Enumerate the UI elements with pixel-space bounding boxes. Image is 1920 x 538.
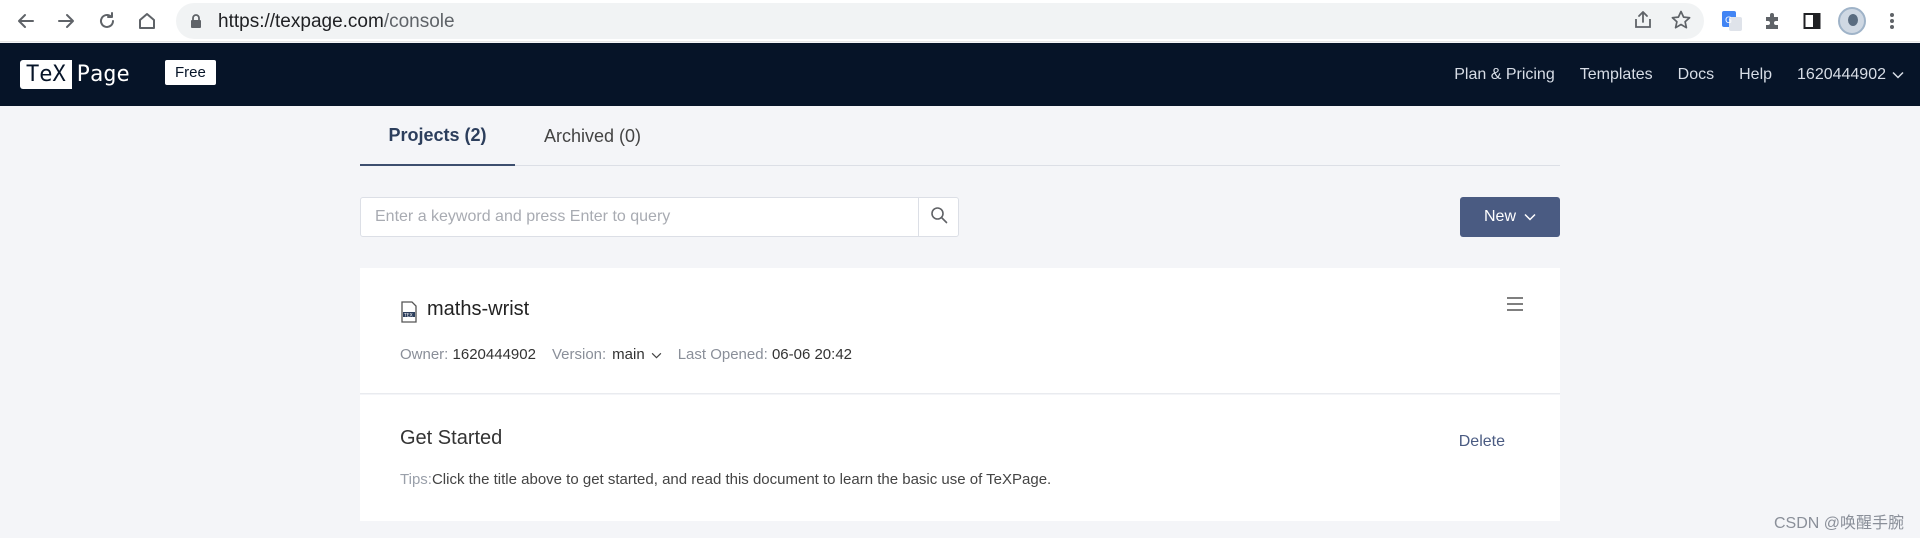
nav-docs[interactable]: Docs <box>1678 66 1714 84</box>
last-opened-label: Last Opened: <box>677 346 768 363</box>
project-tabs: Projects (2) Archived (0) <box>360 106 1560 166</box>
back-arrow-icon[interactable] <box>10 5 42 37</box>
logo-tex: TeX <box>20 60 72 89</box>
chevron-down-icon <box>651 346 662 363</box>
owner-value: 1620444902 <box>452 346 536 363</box>
extensions-icon[interactable] <box>1756 5 1788 37</box>
version-value: main <box>612 346 645 363</box>
reload-icon[interactable] <box>91 5 123 37</box>
version-label: Version: <box>551 346 607 363</box>
home-icon[interactable] <box>131 5 163 37</box>
lock-icon <box>190 13 202 34</box>
texpage-logo[interactable]: TeX Page <box>20 60 135 89</box>
delete-link[interactable]: Delete <box>1459 433 1505 451</box>
address-bar[interactable]: https://texpage.com/console <box>176 3 1704 39</box>
search-icon <box>930 206 948 229</box>
tab-archived[interactable]: Archived (0) <box>515 106 670 166</box>
project-title[interactable]: maths-wrist <box>427 298 529 321</box>
more-vert-icon[interactable] <box>1876 5 1908 37</box>
svg-text:TEX: TEX <box>403 312 413 318</box>
new-button[interactable]: New <box>1460 197 1560 237</box>
user-menu[interactable]: 1620444902 <box>1797 66 1904 84</box>
forward-arrow-icon[interactable] <box>50 5 82 37</box>
top-nav: Plan & Pricing Templates Docs Help 16204… <box>1454 43 1904 106</box>
nav-plan-pricing[interactable]: Plan & Pricing <box>1454 66 1555 84</box>
nav-templates[interactable]: Templates <box>1580 66 1653 84</box>
share-icon[interactable] <box>1632 9 1654 36</box>
plan-badge: Free <box>165 60 216 85</box>
tips-body: Click the title above to get started, an… <box>431 471 1052 488</box>
tips-text: Tips:Click the title above to get starte… <box>400 471 1051 488</box>
last-opened-value: 06-06 20:42 <box>771 346 853 363</box>
avatar[interactable] <box>1838 7 1866 35</box>
tab-projects[interactable]: Projects (2) <box>360 106 515 166</box>
watermark: CSDN @唤醒手腕 <box>1773 515 1904 532</box>
sidepanel-icon[interactable] <box>1796 5 1828 37</box>
hamburger-menu-icon[interactable] <box>1506 296 1524 317</box>
translate-icon[interactable]: G <box>1716 5 1748 37</box>
get-started-card: Get Started Delete Tips:Click the title … <box>360 395 1560 521</box>
browser-toolbar: https://texpage.com/console G <box>0 0 1920 42</box>
svg-text:G: G <box>1725 16 1732 26</box>
app-header: TeX Page Free Plan & Pricing Templates D… <box>0 43 1920 106</box>
search-input[interactable] <box>361 198 919 236</box>
url-text: https://texpage.com/console <box>218 11 455 32</box>
chevron-down-icon <box>1524 208 1536 226</box>
get-started-title[interactable]: Get Started <box>400 427 502 450</box>
owner-label: Owner: <box>400 346 449 363</box>
search-button[interactable] <box>918 198 958 236</box>
project-meta: Owner: 1620444902 Version: main Last Ope… <box>400 346 852 363</box>
nav-help[interactable]: Help <box>1739 66 1772 84</box>
tex-file-icon: TEX <box>400 301 418 328</box>
star-icon[interactable] <box>1670 9 1692 36</box>
search-box <box>360 197 959 237</box>
new-button-label: New <box>1483 208 1516 225</box>
chevron-down-icon <box>1892 66 1904 84</box>
project-card: TEX maths-wrist Owner: 1620444902 Versio… <box>360 268 1560 394</box>
user-id: 1620444902 <box>1797 65 1886 83</box>
logo-page: Page <box>76 62 130 87</box>
version-selector[interactable]: Version: main <box>552 346 662 363</box>
tips-label: Tips: <box>400 471 432 488</box>
profile-button[interactable] <box>1836 5 1868 37</box>
